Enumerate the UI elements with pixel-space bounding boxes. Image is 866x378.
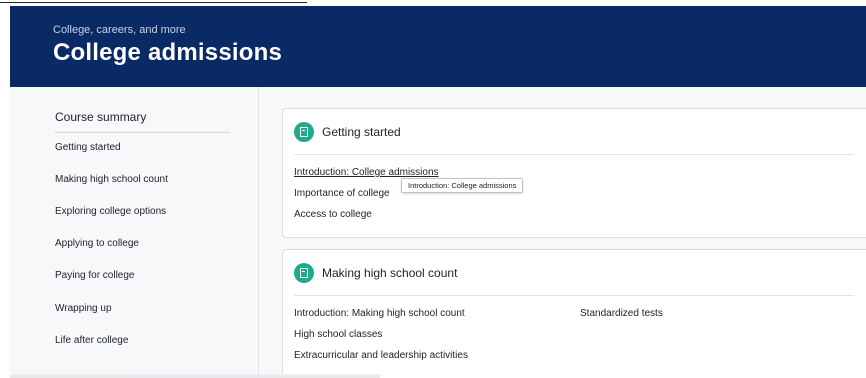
unit-book-icon — [294, 122, 314, 142]
page-title: College admissions — [53, 39, 282, 66]
sidebar-heading: Course summary — [55, 110, 147, 124]
lesson-link-introduction-college-admissions[interactable]: Introduction: College admissions — [294, 167, 439, 178]
breadcrumb[interactable]: College, careers, and more — [53, 24, 186, 36]
top-strip-line — [0, 2, 307, 3]
unit-card-getting-started: Getting started Introduction: College ad… — [282, 108, 866, 238]
unit-divider — [294, 295, 854, 296]
sidebar-item-applying-to-college[interactable]: Applying to college — [55, 238, 139, 249]
sidebar-item-wrapping-up[interactable]: Wrapping up — [55, 303, 112, 314]
lesson-link-importance-of-college[interactable]: Importance of college — [294, 188, 390, 199]
sidebar-item-getting-started[interactable]: Getting started — [55, 142, 121, 153]
course-summary-sidebar: Course summary Getting started Making hi… — [10, 87, 258, 378]
sidebar-item-making-high-school-count[interactable]: Making high school count — [55, 174, 168, 185]
unit-divider — [294, 154, 854, 155]
sidebar-item-life-after-college[interactable]: Life after college — [55, 335, 128, 346]
lesson-link-introduction-making-high-school-count[interactable]: Introduction: Making high school count — [294, 308, 465, 319]
unit-book-icon — [294, 263, 314, 283]
unit-title[interactable]: Getting started — [322, 125, 401, 139]
lesson-link-extracurricular-and-leadership-activities[interactable]: Extracurricular and leadership activitie… — [294, 350, 468, 361]
bottom-shadow — [10, 374, 380, 378]
sidebar-separator — [258, 87, 259, 378]
sidebar-divider — [55, 132, 230, 133]
unit-card-making-high-school-count: Making high school count Introduction: M… — [282, 249, 866, 378]
lesson-link-high-school-classes[interactable]: High school classes — [294, 329, 382, 340]
unit-title[interactable]: Making high school count — [322, 266, 457, 280]
course-header: College, careers, and more College admis… — [10, 6, 866, 87]
sidebar-item-exploring-college-options[interactable]: Exploring college options — [55, 206, 166, 217]
lesson-link-standardized-tests[interactable]: Standardized tests — [580, 308, 663, 319]
lesson-link-access-to-college[interactable]: Access to college — [294, 209, 372, 220]
link-tooltip: Introduction: College admissions — [401, 178, 524, 193]
sidebar-item-paying-for-college[interactable]: Paying for college — [55, 270, 135, 281]
